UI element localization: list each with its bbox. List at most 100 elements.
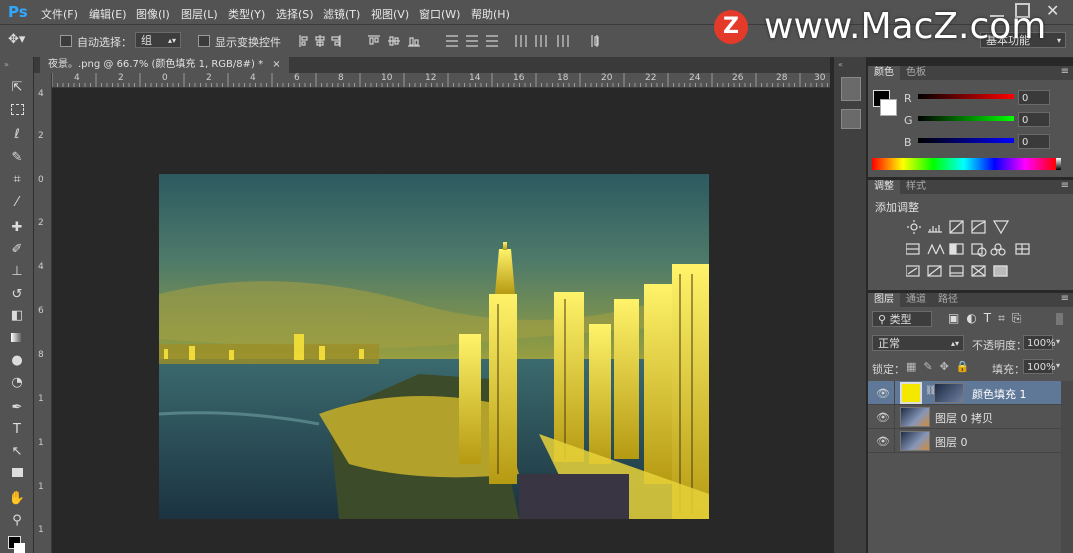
- move-tool-preset-icon[interactable]: ✥▾: [8, 32, 25, 47]
- document-tab[interactable]: 夜景。.png @ 66.7% (颜色填充 1, RGB/8#) * ×: [40, 57, 289, 73]
- eyedropper-tool-icon[interactable]: ⁄: [8, 194, 26, 212]
- menu-window[interactable]: 窗口(W): [419, 6, 460, 22]
- ruler-label: 4: [250, 73, 256, 83]
- lasso-tool-icon[interactable]: ℓ: [8, 126, 26, 144]
- menu-view[interactable]: 视图(V): [371, 6, 409, 22]
- crop-tool-icon[interactable]: ⌗: [8, 171, 26, 189]
- marquee-tool-icon[interactable]: [8, 103, 26, 121]
- panel-menu-icon[interactable]: ≡: [1061, 180, 1069, 191]
- tab-layers[interactable]: 图层: [868, 293, 900, 307]
- menu-file[interactable]: 文件(F): [41, 6, 78, 22]
- background-swatch[interactable]: [880, 99, 897, 116]
- layer-filter-icons[interactable]: ▣◐T⌗⎘: [948, 311, 1029, 326]
- ruler-label: 1: [38, 438, 44, 448]
- layer-thumbnail[interactable]: [900, 407, 930, 427]
- auto-select-dropdown[interactable]: 组 ▴▾: [135, 32, 181, 48]
- visibility-eye-icon[interactable]: 👁: [876, 411, 890, 424]
- green-slider[interactable]: [918, 116, 1014, 121]
- ruler-label: 26: [732, 73, 744, 83]
- layer-name[interactable]: 颜色填充 1: [972, 386, 1027, 402]
- layer-name[interactable]: 图层 0: [935, 434, 968, 450]
- clone-stamp-icon[interactable]: ⊥: [8, 263, 26, 281]
- tab-adjustments[interactable]: 调整: [868, 180, 900, 194]
- ruler-label: 2: [38, 131, 44, 141]
- blur-tool-icon[interactable]: ●: [8, 352, 26, 370]
- adjustments-panel: 调整 样式 ≡ 添加调整: [868, 180, 1073, 290]
- eraser-tool-icon[interactable]: ◧: [8, 307, 26, 325]
- rectangle-tool-icon[interactable]: [8, 465, 26, 483]
- gradient-tool-icon[interactable]: [8, 330, 26, 348]
- menu-layer[interactable]: 图层(L): [181, 6, 218, 22]
- properties-panel-icon[interactable]: [841, 109, 861, 129]
- blue-slider[interactable]: [918, 138, 1014, 143]
- visibility-eye-icon[interactable]: 👁: [876, 387, 890, 400]
- blend-mode-value: 正常: [878, 337, 900, 350]
- dodge-tool-icon[interactable]: ◔: [8, 374, 26, 392]
- path-select-icon[interactable]: ↖: [8, 443, 26, 461]
- show-transform-checkbox[interactable]: [198, 35, 210, 47]
- document-close-icon[interactable]: ×: [272, 59, 280, 70]
- color-spectrum[interactable]: [872, 158, 1056, 170]
- align-distribute-icons[interactable]: [296, 34, 616, 48]
- canvas-area[interactable]: [52, 88, 830, 553]
- tools-panel: » ⇱ ℓ ✎ ⌗ ⁄ ✚ ✐ ⊥ ↺ ◧ ● ◔ ✒ T ↖ ✋ ⚲: [0, 57, 34, 553]
- panel-menu-icon[interactable]: ≡: [1061, 293, 1069, 304]
- auto-select-checkbox[interactable]: [60, 35, 72, 47]
- strip-collapse-icon[interactable]: «: [838, 60, 843, 69]
- macz-logo: Z: [714, 10, 748, 44]
- ruler-label: 24: [689, 73, 701, 83]
- menu-select[interactable]: 选择(S): [276, 6, 314, 22]
- zoom-tool-icon[interactable]: ⚲: [8, 512, 26, 530]
- layer-filter-dropdown[interactable]: ⚲ 类型: [872, 311, 932, 327]
- hand-tool-icon[interactable]: ✋: [8, 490, 26, 508]
- menu-filter[interactable]: 滤镜(T): [323, 6, 360, 22]
- adjustment-icons[interactable]: [906, 220, 1046, 280]
- blend-mode-dropdown[interactable]: 正常 ▴▾: [872, 335, 964, 351]
- canvas-image[interactable]: [159, 174, 709, 519]
- visibility-eye-icon[interactable]: 👁: [876, 435, 890, 448]
- layer-row[interactable]: 👁 图层 0: [868, 429, 1061, 453]
- layer-row[interactable]: 👁 图层 0 拷贝: [868, 405, 1061, 429]
- layer-thumbnail[interactable]: [900, 431, 930, 451]
- red-value[interactable]: 0: [1018, 90, 1050, 105]
- tab-paths[interactable]: 路径: [932, 293, 964, 307]
- grayscale-ramp[interactable]: [1056, 158, 1061, 170]
- toolbar-collapse-icon[interactable]: »: [4, 60, 9, 69]
- quick-select-tool-icon[interactable]: ✎: [8, 149, 26, 167]
- healing-brush-icon[interactable]: ✚: [8, 219, 26, 237]
- history-brush-icon[interactable]: ↺: [8, 286, 26, 304]
- menu-image[interactable]: 图像(I): [136, 6, 170, 22]
- brush-tool-icon[interactable]: ✐: [8, 241, 26, 259]
- red-slider[interactable]: [918, 94, 1014, 99]
- blue-value[interactable]: 0: [1018, 134, 1050, 149]
- pen-tool-icon[interactable]: ✒: [8, 399, 26, 417]
- type-tool-icon[interactable]: T: [8, 421, 26, 439]
- lock-icons[interactable]: ▦✎✥🔒: [906, 360, 977, 373]
- tab-color[interactable]: 颜色: [868, 66, 900, 80]
- opacity-dropdown-icon[interactable]: ▾: [1056, 337, 1060, 346]
- fill-dropdown-icon[interactable]: ▾: [1056, 361, 1060, 370]
- opacity-input[interactable]: 100%: [1023, 335, 1056, 350]
- move-tool-icon[interactable]: ⇱: [8, 79, 26, 97]
- close-window-icon[interactable]: ✕: [1046, 1, 1059, 20]
- history-panel-icon[interactable]: [841, 77, 861, 101]
- filter-toggle[interactable]: [1056, 313, 1063, 325]
- panel-menu-icon[interactable]: ≡: [1061, 66, 1069, 77]
- menu-help[interactable]: 帮助(H): [471, 6, 510, 22]
- layer-name[interactable]: 图层 0 拷贝: [935, 410, 993, 426]
- ruler-horizontal-ticks: [52, 73, 828, 87]
- tab-channels[interactable]: 通道: [900, 293, 932, 307]
- layers-scrollbar[interactable]: [1061, 381, 1073, 553]
- fill-layer-thumbnail[interactable]: [900, 382, 922, 404]
- tab-styles[interactable]: 样式: [900, 180, 932, 194]
- green-value[interactable]: 0: [1018, 112, 1050, 127]
- layer-row[interactable]: 👁 ⛓ 颜色填充 1: [868, 381, 1061, 405]
- tab-swatches[interactable]: 色板: [900, 66, 932, 80]
- menu-edit[interactable]: 编辑(E): [89, 6, 127, 22]
- menu-type[interactable]: 类型(Y): [228, 6, 265, 22]
- color-panel: 颜色 色板 ≡ R 0 G 0 B 0: [868, 66, 1073, 177]
- layer-mask-thumbnail[interactable]: [934, 383, 964, 403]
- fill-input[interactable]: 100%: [1023, 359, 1056, 374]
- background-color-icon[interactable]: [14, 543, 25, 553]
- ruler-label: 6: [294, 73, 300, 83]
